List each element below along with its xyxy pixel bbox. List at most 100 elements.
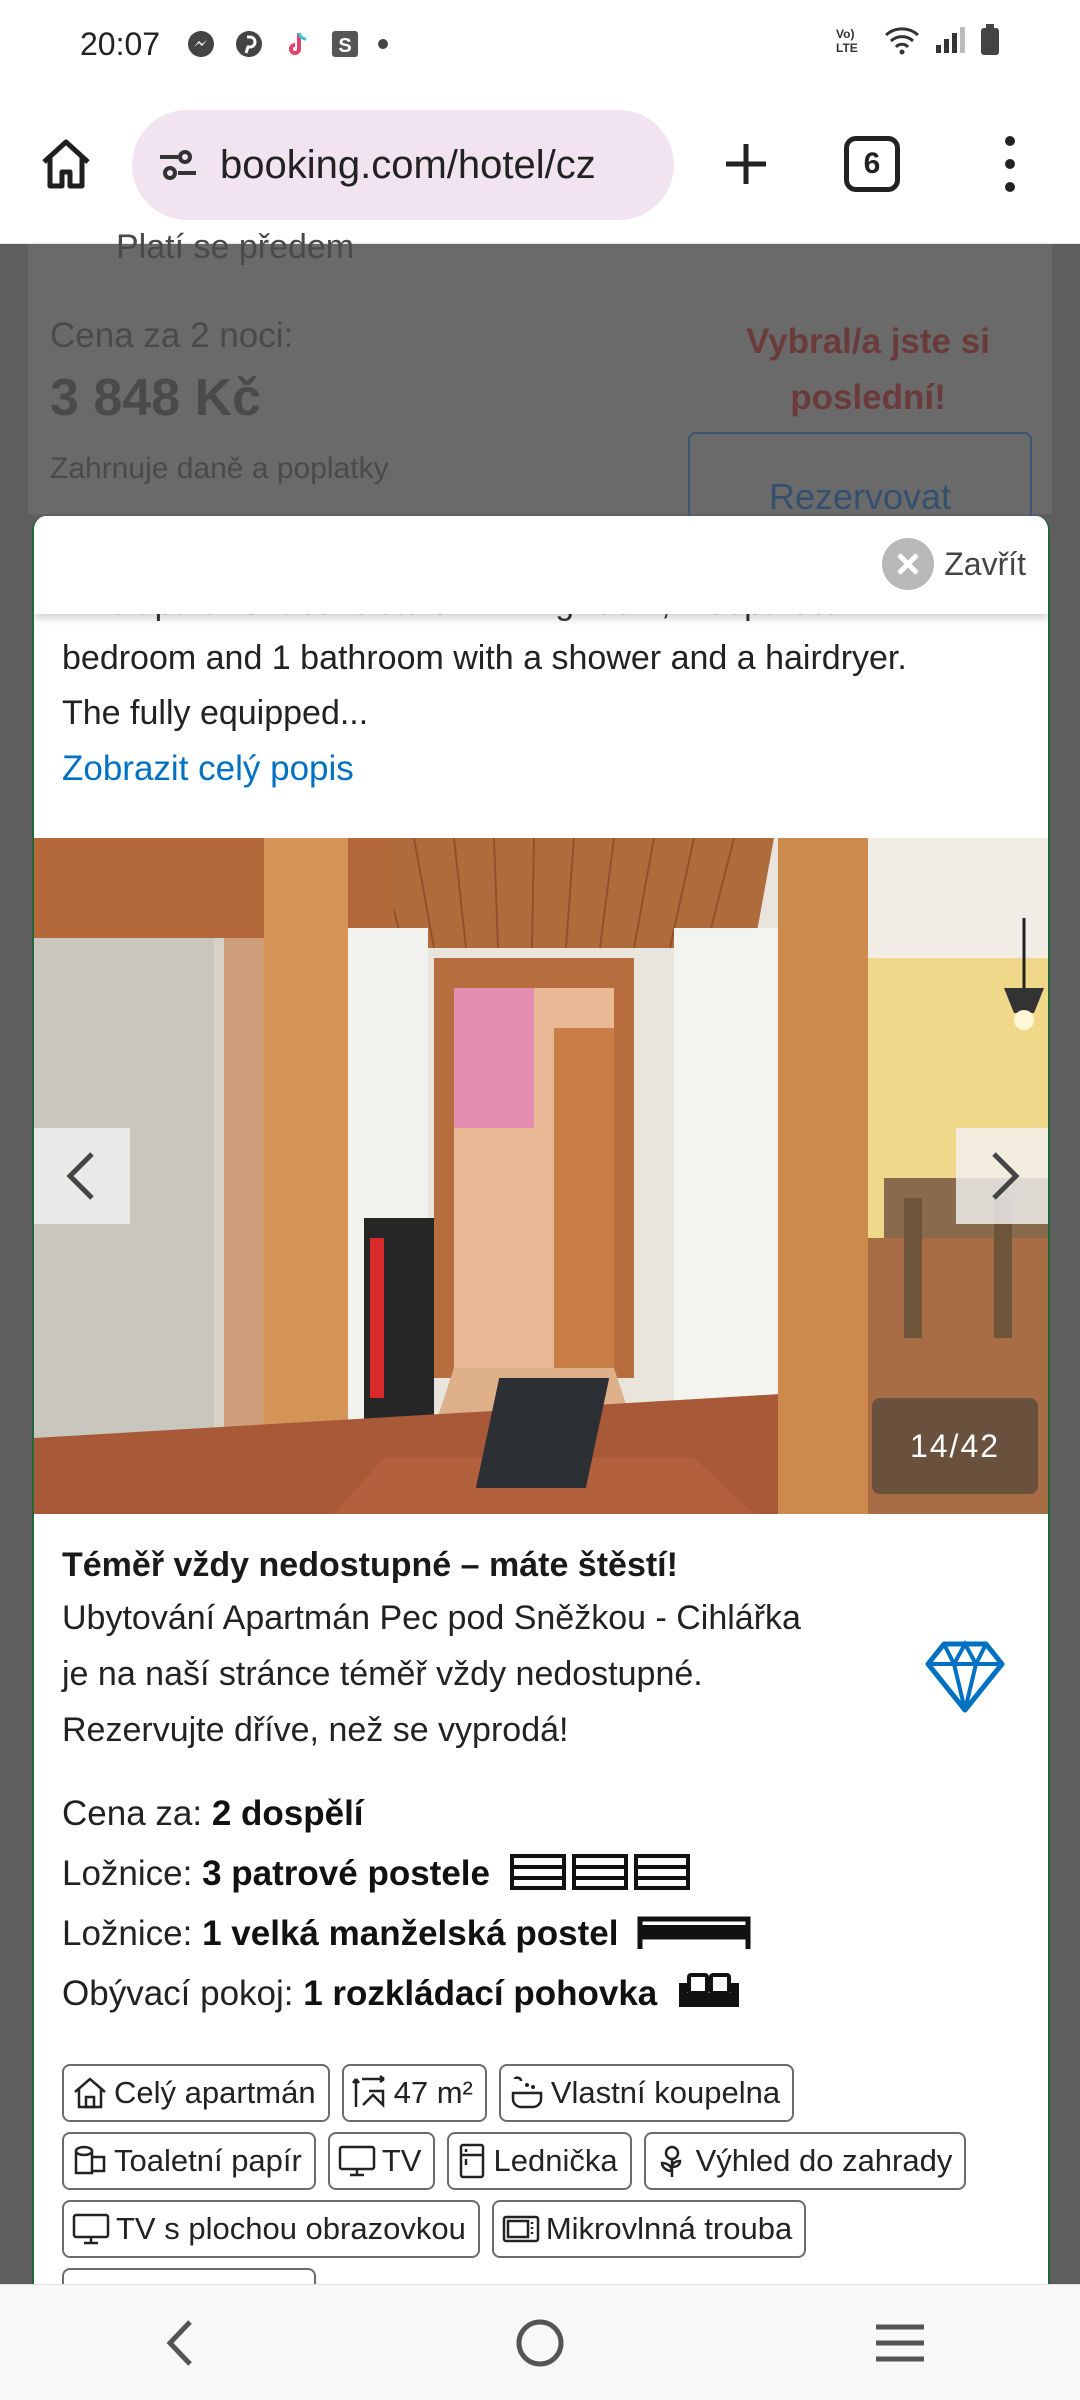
- spec-bedroom-bunk: Ložnice: 3 patrové postele: [62, 1844, 752, 1904]
- tab-switcher-button[interactable]: 6: [844, 136, 900, 192]
- facility-chip: TV s plochou obrazovkou: [62, 2200, 480, 2258]
- spec-label: Obývací pokoj:: [62, 1974, 294, 2013]
- home-button[interactable]: [30, 128, 102, 200]
- tiktok-icon: [282, 29, 312, 59]
- scarcity-block: Téměř vždy nedostupné – máte štěstí! Uby…: [62, 1540, 1022, 1758]
- new-tab-button[interactable]: [710, 128, 782, 200]
- menu-dot: [1005, 159, 1015, 169]
- bath-icon: [511, 2076, 543, 2109]
- modal-header: Zavřít: [34, 516, 1048, 614]
- description-line: bedroom and 1 bathroom with a shower and…: [62, 639, 907, 677]
- gallery-prev-button[interactable]: [34, 1128, 130, 1224]
- sofa-bed-icon: [679, 1973, 739, 2007]
- flower-icon: [660, 2145, 681, 2177]
- facility-label: Výhled do zahrady: [695, 2143, 953, 2178]
- scarcity-line: Ubytování Apartmán Pec pod Sněžkou - Cih…: [62, 1599, 801, 1637]
- facility-label: 47 m²: [393, 2075, 473, 2110]
- more-notifications-dot: [378, 39, 389, 49]
- bg-price-label: Cena za 2 noci:: [50, 316, 294, 355]
- spec-value: 2 dospělí: [211, 1794, 364, 1833]
- background-price-card: Platí se předem Cena za 2 noci: 3 848 Kč…: [28, 228, 1052, 522]
- signal-icon: [934, 25, 966, 63]
- bg-selected-note: Vybral/a jste si poslední!: [746, 322, 990, 417]
- facility-label: TV s plochou obrazovkou: [116, 2211, 466, 2246]
- wifi-icon: [884, 25, 920, 63]
- close-button[interactable]: Zavřít: [882, 538, 1026, 590]
- facility-label: TV: [381, 2143, 422, 2178]
- volte-icon: Vo) LTE: [836, 25, 870, 63]
- menu-dot: [1005, 182, 1015, 192]
- facility-chip: Celý apartmán: [62, 2064, 330, 2122]
- tv-icon: [338, 2145, 376, 2177]
- battery-icon: [980, 24, 1000, 64]
- description-line: The fully equipped...: [62, 694, 369, 732]
- url-text: booking.com/hotel/cz: [220, 142, 596, 187]
- fridge-icon: [460, 2143, 485, 2179]
- microwave-icon: [502, 2215, 540, 2243]
- close-label: Zavřít: [944, 545, 1026, 582]
- photo-counter: 14/42: [872, 1398, 1038, 1494]
- facility-label: Lednička: [493, 2143, 618, 2178]
- system-navigation-bar: [0, 2284, 1080, 2400]
- spec-label: Cena za:: [62, 1794, 203, 1833]
- spec-occupancy: Cena za: 2 dospělí: [62, 1784, 752, 1844]
- bg-taxes-note: Zahrnuje daně a poplatky: [50, 452, 389, 485]
- system-back-button[interactable]: [135, 2303, 225, 2383]
- show-full-description-link[interactable]: Zobrazit celý popis: [62, 741, 1022, 796]
- scarcity-title: Téměř vždy nedostupné – máte štěstí!: [62, 1546, 678, 1584]
- home-circle-icon: [516, 2319, 564, 2366]
- facility-chip: Lednička: [447, 2132, 632, 2190]
- spec-value: 3 patrové postele: [202, 1854, 490, 1893]
- back-chevron-icon: [166, 2319, 192, 2366]
- spec-label: Ložnice:: [62, 1854, 193, 1893]
- messenger-icon: [186, 29, 216, 59]
- photo-gallery[interactable]: 14/42: [34, 838, 1048, 1514]
- facility-label: Toaletní papír: [114, 2143, 302, 2178]
- facility-chip: Výhled do zahrady: [643, 2132, 967, 2190]
- site-settings-icon[interactable]: [156, 143, 200, 187]
- svg-text:LTE: LTE: [836, 41, 858, 55]
- notification-icons: S: [186, 29, 389, 59]
- facility-chip: 47 m²: [341, 2064, 487, 2122]
- s-app-icon: S: [330, 29, 360, 59]
- facility-chip: Vlastní koupelna: [498, 2064, 795, 2122]
- plus-icon: [726, 144, 766, 184]
- scarcity-line: Rezervujte dříve, než se vyprodá!: [62, 1711, 569, 1749]
- room-specs: Cena za: 2 dospělí Ložnice: 3 patrové po…: [62, 1784, 752, 2024]
- scarcity-text: Ubytování Apartmán Pec pod Sněžkou - Cih…: [62, 1590, 922, 1758]
- pinterest-icon: [234, 29, 264, 59]
- facility-chip: Toaletní papír: [62, 2132, 316, 2190]
- spec-value: 1 velká manželská postel: [202, 1914, 619, 1953]
- bunk-bed-icon: [509, 1854, 690, 1890]
- system-icons: Vo) LTE: [836, 24, 1000, 64]
- status-bar: 20:07 S Vo) LTE: [0, 0, 1080, 88]
- facility-label: Celý apartmán: [114, 2075, 316, 2110]
- toilet-paper-icon: [74, 2145, 106, 2175]
- facility-label: Mikrovlnná trouba: [545, 2211, 793, 2246]
- address-bar[interactable]: booking.com/hotel/cz: [132, 110, 674, 220]
- flat-tv-icon: [72, 2213, 110, 2245]
- chevron-left-icon: [66, 1152, 94, 1200]
- room-details-modal: Zavřít This apartment consists of 1 livi…: [32, 516, 1050, 2286]
- diamond-icon: [925, 1640, 1005, 1713]
- system-recents-button[interactable]: [855, 2303, 945, 2383]
- spec-value: 1 rozkládací pohovka: [303, 1974, 658, 2013]
- spec-bedroom-double: Ložnice: 1 velká manželská postel: [62, 1904, 752, 1964]
- facility-chips: Celý apartmán 47 m² Vlastní koupelna Toa…: [62, 2064, 1032, 2286]
- svg-text:Vo): Vo): [836, 27, 854, 41]
- facility-label: Vlastní koupelna: [550, 2075, 781, 2110]
- bg-price: 3 848 Kč: [50, 369, 262, 427]
- chevron-right-icon: [992, 1152, 1020, 1200]
- menu-dot: [1005, 136, 1015, 146]
- facility-chip: TV: [327, 2132, 436, 2190]
- bg-paid-text: Platí se předem: [116, 228, 355, 266]
- svg-text:S: S: [338, 35, 351, 57]
- facility-chip: Mikrovlnná trouba: [491, 2200, 807, 2258]
- house-icon: [74, 2077, 106, 2109]
- system-home-button[interactable]: [495, 2303, 585, 2383]
- browser-toolbar: booking.com/hotel/cz 6: [0, 88, 1080, 244]
- gallery-next-button[interactable]: [956, 1128, 1048, 1224]
- bg-reserve-button: Rezervovat: [688, 432, 1032, 522]
- status-time: 20:07: [80, 25, 161, 62]
- browser-menu-button[interactable]: [990, 128, 1030, 200]
